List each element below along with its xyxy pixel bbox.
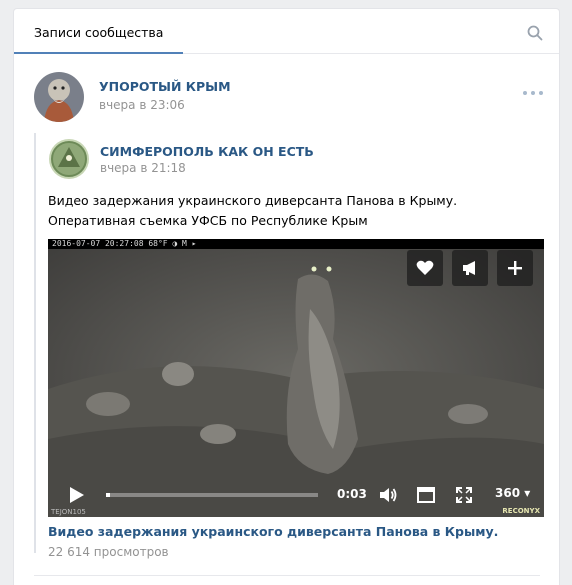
avatar[interactable] xyxy=(34,72,84,122)
tabs-bar: Записи сообщества xyxy=(14,9,559,54)
post-text: Видео задержания украинского диверсанта … xyxy=(48,193,458,228)
community-posts-card: Записи сообщества УПОРОТЫЙ КРЫМ вчера в … xyxy=(13,8,560,585)
heart-icon xyxy=(416,260,434,275)
add-video-button[interactable] xyxy=(497,250,533,286)
repost-block: СИМФЕРОПОЛЬ КАК ОН ЕСТЬ вчера в 21:18 Ви… xyxy=(34,133,544,559)
quality-selector[interactable]: 360 ▾ xyxy=(495,486,530,500)
watermark-logo: RECONYX xyxy=(502,507,540,515)
dot-icon xyxy=(523,91,527,95)
repost-time[interactable]: вчера в 21:18 xyxy=(100,161,186,175)
repost-author-link[interactable]: СИМФЕРОПОЛЬ КАК ОН ЕСТЬ xyxy=(100,144,314,159)
megaphone-icon xyxy=(463,261,475,275)
video-title-link[interactable]: Видео задержания украинского диверсанта … xyxy=(48,524,498,539)
search-icon[interactable] xyxy=(527,25,543,41)
caret-down-icon: ▾ xyxy=(524,486,531,500)
tab-community-posts[interactable]: Записи сообщества xyxy=(14,9,184,54)
video-views: 22 614 просмотров xyxy=(48,545,169,559)
quality-label: 360 xyxy=(495,486,521,500)
camera-stamp: 2016-07-07 20:27:08 68°F ◑ M ▸ xyxy=(52,239,197,248)
video-current-time: 0:03 xyxy=(337,487,367,501)
repost-avatar[interactable] xyxy=(49,139,89,179)
video-progress-fill xyxy=(106,493,111,497)
post-divider xyxy=(34,575,540,576)
miniplayer-icon[interactable] xyxy=(416,485,436,505)
more-icon[interactable] xyxy=(523,91,543,97)
play-icon[interactable] xyxy=(66,485,86,505)
video-progress-bar[interactable] xyxy=(106,493,318,497)
camera-id: TEJON105 xyxy=(51,508,86,516)
share-video-button[interactable] xyxy=(452,250,488,286)
plus-icon xyxy=(508,261,522,275)
video-controls: 0:03 360 ▾ xyxy=(48,473,544,517)
post-time[interactable]: вчера в 23:06 xyxy=(99,98,185,112)
like-video-button[interactable] xyxy=(407,250,443,286)
volume-icon[interactable] xyxy=(378,485,398,505)
post-author-link[interactable]: УПОРОТЫЙ КРЫМ xyxy=(99,79,231,94)
video-player[interactable]: 2016-07-07 20:27:08 68°F ◑ M ▸ 0:03 360 … xyxy=(48,239,544,517)
dot-icon xyxy=(531,91,535,95)
dot-icon xyxy=(539,91,543,95)
fullscreen-icon[interactable] xyxy=(454,485,474,505)
